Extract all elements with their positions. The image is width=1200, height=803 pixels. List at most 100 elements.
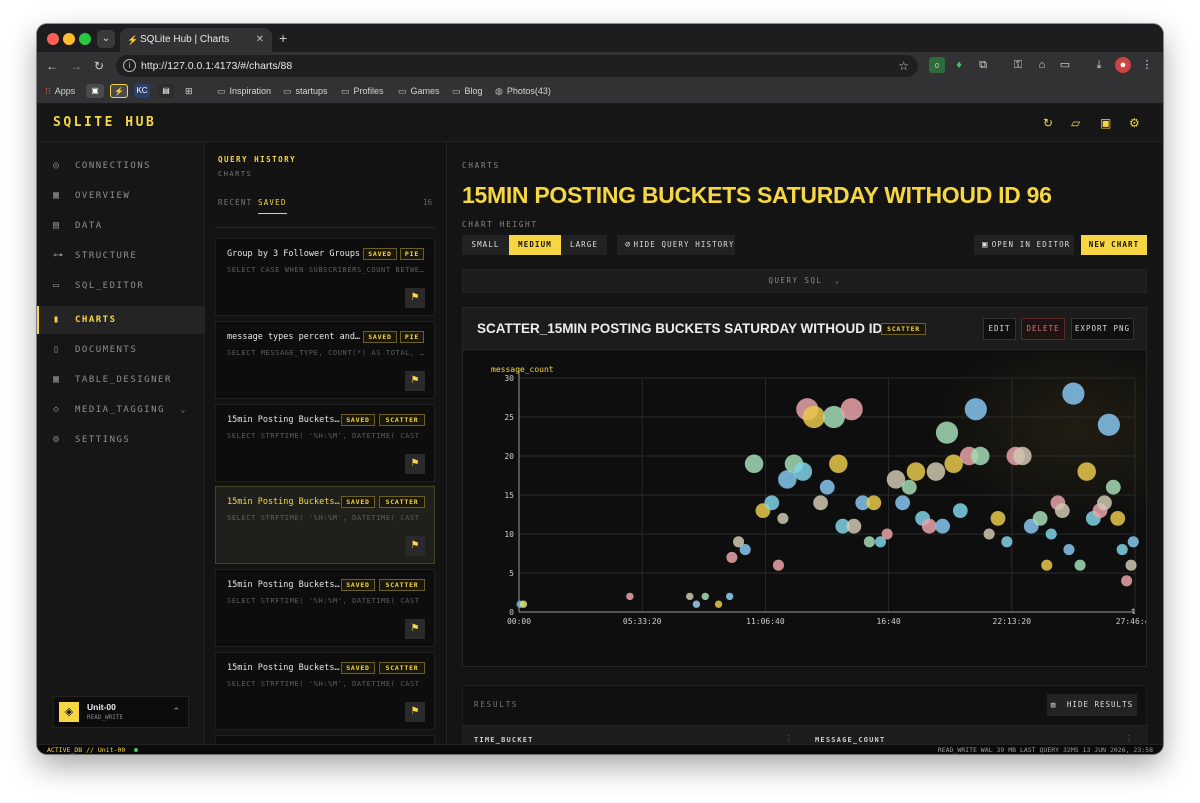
sidebar-item-structure[interactable]: ⊶ STRUCTURE <box>37 242 205 270</box>
bookmark-bolt-icon[interactable]: ⚡ <box>110 84 128 98</box>
scatter-point[interactable] <box>802 405 826 429</box>
forward-arrow-icon[interactable]: → <box>70 58 82 74</box>
scatter-point[interactable] <box>772 559 785 571</box>
sidebar-item-data[interactable]: ▤ DATA <box>37 212 205 240</box>
history-card[interactable]: 15min Posting Buckets… SAVED SCATTER SEL… <box>215 404 435 482</box>
scatter-point[interactable] <box>1110 511 1126 526</box>
scatter-point[interactable] <box>813 495 828 511</box>
edit-button[interactable]: EDIT <box>983 318 1016 340</box>
query-sql-toggle[interactable]: QUERY SQL ⌄ <box>462 269 1147 293</box>
close-window-button[interactable] <box>47 33 59 45</box>
bookmark-startups[interactable]: ▭ startups <box>283 80 328 102</box>
scatter-point[interactable] <box>1045 528 1057 540</box>
terminal-icon[interactable]: ▣ <box>1100 115 1111 131</box>
column-header-time-bucket[interactable]: TIME_BUCKET <box>474 736 534 744</box>
scatter-point[interactable] <box>1116 544 1128 556</box>
open-in-editor-button[interactable]: ▣ OPEN IN EDITOR <box>974 235 1074 255</box>
bookmark-chart-icon[interactable]: ▣ <box>86 84 104 98</box>
scatter-point[interactable] <box>1054 503 1070 518</box>
scatter-point[interactable] <box>1062 382 1085 405</box>
site-info-icon[interactable]: i <box>123 59 136 72</box>
scatter-point[interactable] <box>964 398 987 421</box>
chevron-up-icon[interactable]: ⌃ <box>172 706 180 717</box>
history-card[interactable]: 15min Posting Buckets… SAVED SCATTER SEL… <box>215 569 435 647</box>
size-medium-button[interactable]: MEDIUM <box>509 235 561 255</box>
bookmark-games[interactable]: ▭ Games <box>398 80 440 102</box>
sidebar-item-charts[interactable]: ▮ CHARTS <box>37 306 205 334</box>
scatter-point[interactable] <box>1041 559 1053 571</box>
size-small-button[interactable]: SMALL <box>462 235 509 255</box>
bookmark-kc[interactable]: KC <box>134 84 150 98</box>
bookmark-star-icon[interactable]: ☆ <box>898 55 909 77</box>
scatter-point[interactable] <box>901 479 917 495</box>
sidebar-item-table-designer[interactable]: ▦ TABLE_DESIGNER <box>37 366 205 394</box>
scatter-point[interactable] <box>895 495 911 511</box>
sidebar-item-documents[interactable]: ▯ DOCUMENTS <box>37 336 205 364</box>
scatter-point[interactable] <box>1125 559 1137 571</box>
sidebar-item-connections[interactable]: ◎ CONNECTIONS <box>37 152 205 180</box>
history-card[interactable]: 15min Posting Buckets… SAVED SCATTER SEL… <box>215 652 435 730</box>
sidebar-item-overview[interactable]: ▦ OVERVIEW <box>37 182 205 210</box>
sidebar-item-settings[interactable]: ⚙ SETTINGS <box>37 426 205 454</box>
tab-recent[interactable]: RECENT <box>218 198 252 213</box>
scatter-point[interactable] <box>1074 559 1086 571</box>
scatter-point[interactable] <box>1127 536 1139 548</box>
bookmark-icon[interactable]: ⚑ <box>405 536 425 556</box>
browser-menu-icon[interactable]: ⋮ <box>1139 57 1155 73</box>
export-png-button[interactable]: EXPORT PNG <box>1071 318 1134 340</box>
delete-button[interactable]: DELETE <box>1021 318 1065 340</box>
column-menu-icon[interactable]: ⋮ <box>785 734 793 743</box>
tab-saved[interactable]: SAVED <box>258 198 287 214</box>
scatter-point[interactable] <box>1097 413 1120 436</box>
extensions-puzzle-icon[interactable]: ⧉ <box>975 57 991 73</box>
scatter-point[interactable] <box>1105 479 1121 495</box>
settings-gear-icon[interactable]: ⚙ <box>1129 115 1140 131</box>
chevron-down-icon[interactable]: ⌄ <box>181 396 187 424</box>
reading-list-icon[interactable]: ▭ <box>1057 57 1073 73</box>
scatter-point[interactable] <box>829 454 848 474</box>
hide-results-button[interactable]: ▤ HIDE RESULTS <box>1047 694 1137 716</box>
scatter-point[interactable] <box>519 600 528 608</box>
scatter-point[interactable] <box>714 600 723 608</box>
scatter-point[interactable] <box>921 518 937 534</box>
scatter-point[interactable] <box>971 446 990 466</box>
scatter-point[interactable] <box>866 495 882 511</box>
history-card[interactable]: Group by 3 Follower Groups SAVED PIE SEL… <box>215 238 435 316</box>
hide-query-history-button[interactable]: ⊘ HIDE QUERY HISTORY <box>617 235 735 255</box>
bookmark-icon[interactable]: ⚑ <box>405 702 425 722</box>
scatter-point[interactable] <box>725 592 734 601</box>
incognito-icon[interactable]: ⌂ <box>1034 57 1050 73</box>
scatter-point[interactable] <box>952 503 968 518</box>
bookmark-blog[interactable]: ▭ Blog <box>452 80 483 102</box>
scatter-point[interactable] <box>1001 536 1013 548</box>
scatter-point[interactable] <box>739 544 751 556</box>
bookmark-chart2-icon[interactable]: ▤ <box>158 84 174 98</box>
scatter-point[interactable] <box>935 518 950 534</box>
scatter-point[interactable] <box>793 462 813 481</box>
address-bar[interactable]: i http://127.0.0.1:4173/#/charts/88 ☆ <box>116 55 918 77</box>
scatter-point[interactable] <box>1121 575 1133 587</box>
profile-avatar-icon[interactable]: ● <box>1115 57 1131 73</box>
reload-icon[interactable]: ↻ <box>94 58 104 74</box>
history-card[interactable] <box>215 735 435 744</box>
scatter-point[interactable] <box>626 592 634 601</box>
history-card-selected[interactable]: 15min Posting Buckets… SAVED SCATTER SEL… <box>215 486 435 564</box>
new-tab-icon[interactable]: + <box>279 28 287 48</box>
maximize-window-button[interactable] <box>79 33 91 45</box>
download-icon[interactable]: ⤓ <box>1091 57 1107 73</box>
bookmark-inspiration[interactable]: ▭ Inspiration <box>217 80 271 102</box>
bookmark-photos[interactable]: ◍ Photos(43) <box>495 80 551 102</box>
url-text[interactable]: http://127.0.0.1:4173/#/charts/88 <box>141 55 292 77</box>
size-large-button[interactable]: LARGE <box>561 235 607 255</box>
scatter-point[interactable] <box>1077 462 1096 481</box>
scatter-point[interactable] <box>686 592 694 601</box>
scatter-point[interactable] <box>863 536 875 548</box>
refresh-icon[interactable]: ↻ <box>1043 115 1053 131</box>
bookmark-profiles[interactable]: ▭ Profiles <box>341 80 384 102</box>
scatter-point[interactable] <box>881 528 893 540</box>
column-menu-icon[interactable]: ⋮ <box>1125 734 1133 743</box>
scatter-point[interactable] <box>926 462 946 481</box>
scatter-point[interactable] <box>1097 495 1112 511</box>
database-unit-switcher[interactable]: ◈ Unit-00 READ_WRITE ⌃ <box>53 696 189 728</box>
scatter-point[interactable] <box>726 551 738 563</box>
